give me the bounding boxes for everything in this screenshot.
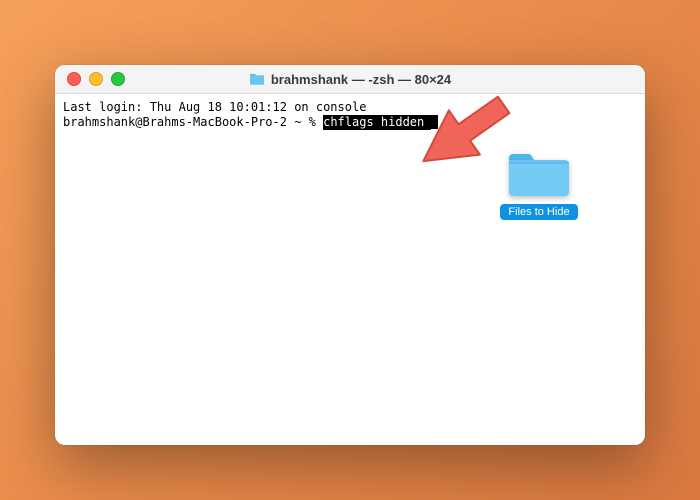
traffic-lights <box>67 72 125 86</box>
command-text: chflags hidden <box>323 115 431 130</box>
cursor <box>431 115 438 129</box>
titlebar: brahmshank — -zsh — 80×24 <box>55 65 645 94</box>
folder-icon <box>506 150 572 200</box>
folder-label: Files to Hide <box>500 204 577 220</box>
prompt-line: brahmshank@Brahms-MacBook-Pro-2 ~ % chfl… <box>63 115 637 130</box>
desktop-folder[interactable]: Files to Hide <box>500 150 578 220</box>
terminal-body[interactable]: Last login: Thu Aug 18 10:01:12 on conso… <box>55 94 645 136</box>
window-title-text: brahmshank — -zsh — 80×24 <box>271 72 451 87</box>
prompt-text: brahmshank@Brahms-MacBook-Pro-2 ~ % <box>63 115 323 130</box>
minimize-icon[interactable] <box>89 72 103 86</box>
folder-icon <box>249 73 265 86</box>
window-title: brahmshank — -zsh — 80×24 <box>55 72 645 87</box>
last-login-line: Last login: Thu Aug 18 10:01:12 on conso… <box>63 100 637 115</box>
terminal-window[interactable]: brahmshank — -zsh — 80×24 Last login: Th… <box>55 65 645 445</box>
zoom-icon[interactable] <box>111 72 125 86</box>
close-icon[interactable] <box>67 72 81 86</box>
